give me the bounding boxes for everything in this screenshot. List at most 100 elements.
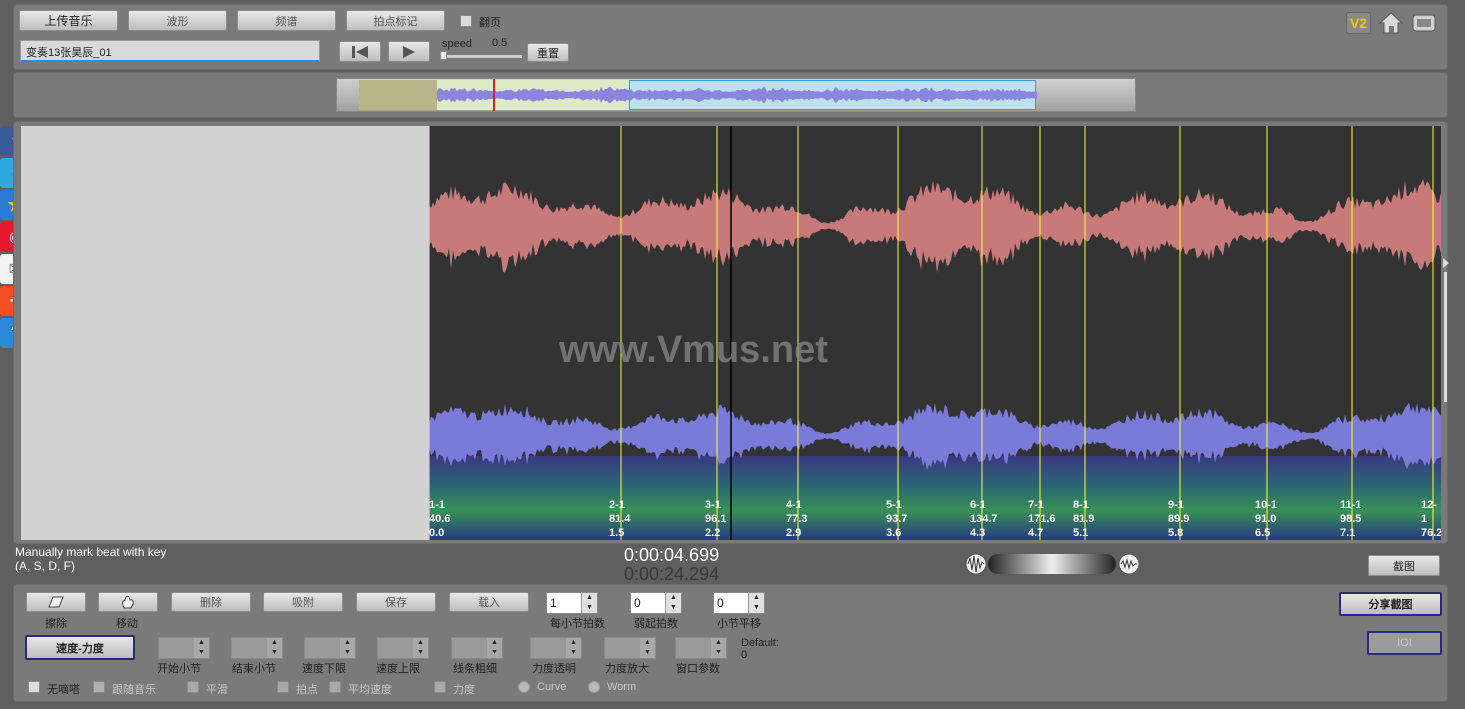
rewind-button[interactable] <box>339 41 381 62</box>
beat-time: 4.7 <box>1028 527 1044 539</box>
hint-line-1: Manually mark beat with key <box>15 545 167 559</box>
snap-button[interactable]: 吸附 <box>263 592 343 612</box>
no-sound-checkbox[interactable] <box>28 681 40 693</box>
speed-slider[interactable] <box>440 51 522 60</box>
speed-value: 0.5 <box>492 37 508 49</box>
share-screenshot-button[interactable]: 分享截图 <box>1339 592 1442 616</box>
start-bar-stepper[interactable]: ▲ ▼ <box>158 637 210 659</box>
load-button[interactable]: 载入 <box>449 592 529 612</box>
beat-label: 6-1 134.7 4.3 <box>970 498 998 540</box>
curve-radio[interactable] <box>518 681 530 693</box>
beat-pt-checkbox[interactable] <box>277 681 289 693</box>
curve-label: Curve <box>537 681 567 693</box>
current-time: 0:00:04.699 <box>624 545 720 565</box>
beat-label: 8-1 81.9 5.1 <box>1073 498 1094 540</box>
bar-shift-stepper[interactable]: 0 ▲ ▼ <box>713 592 765 614</box>
zoom-control[interactable] <box>964 552 1140 576</box>
vertical-scrollbar[interactable] <box>1444 272 1447 402</box>
screenshot-button[interactable]: 截图 <box>1368 555 1440 576</box>
move-label: 移动 <box>116 618 138 630</box>
beat-bar: 7-1 <box>1028 499 1044 511</box>
beat-bar: 5-1 <box>886 499 902 511</box>
pickup-stepper[interactable]: 0 ▲ ▼ <box>630 592 682 614</box>
tempo-high-label: 速度上限 <box>376 663 420 675</box>
beat-bar: 10-1 <box>1255 499 1278 511</box>
overview-playhead[interactable] <box>493 79 495 111</box>
tempo-low-stepper[interactable]: ▲ ▼ <box>304 637 356 659</box>
dynamics-checkbox[interactable] <box>434 681 446 693</box>
default-value: 0 <box>741 649 748 661</box>
reset-button[interactable]: 重置 <box>527 43 569 62</box>
bar-shift-label: 小节平移 <box>717 618 761 630</box>
filename-field[interactable]: 变奏13张昊辰_01 <box>20 40 320 62</box>
beats-per-bar-stepper[interactable]: 1 ▲ ▼ <box>546 592 598 614</box>
waveform-canvas[interactable]: www.Vmus.net 1-1 40.6 0.0 2-1 81.4 1.5 3-1 96.1… <box>429 126 1441 540</box>
upload-music-button[interactable]: 上传音乐 <box>19 10 118 31</box>
fullscreen-icon[interactable] <box>1411 12 1437 34</box>
skip-start-icon <box>352 45 368 58</box>
bar-shift-value: 0 <box>717 596 724 610</box>
overview-track[interactable] <box>336 78 1136 112</box>
beat-bar: 3-1 <box>705 499 721 511</box>
dyn-transparency-stepper[interactable]: ▲ ▼ <box>530 637 582 659</box>
beat-bar: 6-1 <box>970 499 986 511</box>
move-button[interactable] <box>98 592 158 612</box>
play-button[interactable] <box>388 41 430 62</box>
top-channel-waveform <box>429 179 1441 273</box>
follow-music-checkbox[interactable] <box>93 681 105 693</box>
erase-button[interactable] <box>26 592 86 612</box>
beat-label: 12-176.27.7 <box>1421 498 1441 540</box>
hand-icon <box>122 595 134 609</box>
beat-tempo: 81.4 <box>609 513 631 525</box>
spectrum-button[interactable]: 频谱 <box>237 10 336 31</box>
ioi-button[interactable]: IOI <box>1367 631 1442 655</box>
beat-bar: 2-1 <box>609 499 625 511</box>
page-turn-checkbox[interactable] <box>460 15 472 27</box>
beat-tempo: 77.3 <box>786 513 808 525</box>
beat-tempo: 76.2 <box>1421 527 1441 539</box>
beat-time: 5.8 <box>1168 527 1184 539</box>
beat-label: 11-1 98.5 7.1 <box>1340 498 1361 540</box>
speed-slider-thumb[interactable] <box>440 51 447 60</box>
beats-per-bar-label: 每小节拍数 <box>550 618 605 630</box>
main-panel: www.Vmus.net 1-1 40.6 0.0 2-1 81.4 1.5 3-1 96.1… <box>13 121 1451 544</box>
beat-bar: 8-1 <box>1073 499 1089 511</box>
v2-badge-icon[interactable]: V2 <box>1346 12 1371 34</box>
eraser-icon <box>48 596 64 608</box>
home-icon[interactable] <box>1378 11 1404 35</box>
beat-pt-label: 拍点 <box>296 684 318 696</box>
stepper-arrows-icon[interactable]: ▲ ▼ <box>748 593 764 613</box>
beat-tempo: 134.7 <box>970 513 998 525</box>
dyn-zoom-stepper[interactable]: ▲ ▼ <box>604 637 656 659</box>
erase-label: 擦除 <box>45 618 67 630</box>
window-param-stepper[interactable]: ▲ ▼ <box>675 637 727 659</box>
smooth-checkbox[interactable] <box>187 681 199 693</box>
waveform-button[interactable]: 波形 <box>128 10 227 31</box>
start-bar-label: 开始小节 <box>157 663 201 675</box>
tempo-high-stepper[interactable]: ▲ ▼ <box>377 637 429 659</box>
line-width-label: 线条粗细 <box>453 663 497 675</box>
scroll-arrow-icon[interactable] <box>1443 258 1451 268</box>
save-button[interactable]: 保存 <box>356 592 436 612</box>
watermark: www.Vmus.net <box>558 329 828 371</box>
beat-label: 2-1 81.4 1.5 <box>609 498 630 540</box>
worm-radio[interactable] <box>588 681 600 693</box>
avg-tempo-checkbox[interactable] <box>329 681 341 693</box>
smooth-label: 平滑 <box>206 684 228 696</box>
delete-button[interactable]: 删除 <box>171 592 251 612</box>
stepper-arrows-icon[interactable]: ▲ ▼ <box>581 593 597 613</box>
beat-time: 2.9 <box>786 527 802 539</box>
dynamics-label: 力度 <box>453 684 475 696</box>
page-turn-label: 翻页 <box>479 17 501 29</box>
beat-time: 1.5 <box>609 527 625 539</box>
play-icon <box>403 45 415 58</box>
line-width-stepper[interactable]: ▲ ▼ <box>451 637 503 659</box>
stepper-arrows-icon[interactable]: ▲ ▼ <box>665 593 681 613</box>
speed-label: speed <box>442 38 472 50</box>
dyn-zoom-label: 力度放大 <box>605 663 649 675</box>
beat-time: 4.3 <box>970 527 986 539</box>
beat-mark-button[interactable]: 拍点标记 <box>346 10 445 31</box>
beat-bar: 12-1 <box>1421 499 1437 525</box>
tempo-dynamics-button[interactable]: 速度-力度 <box>25 635 135 660</box>
end-bar-stepper[interactable]: ▲ ▼ <box>231 637 283 659</box>
